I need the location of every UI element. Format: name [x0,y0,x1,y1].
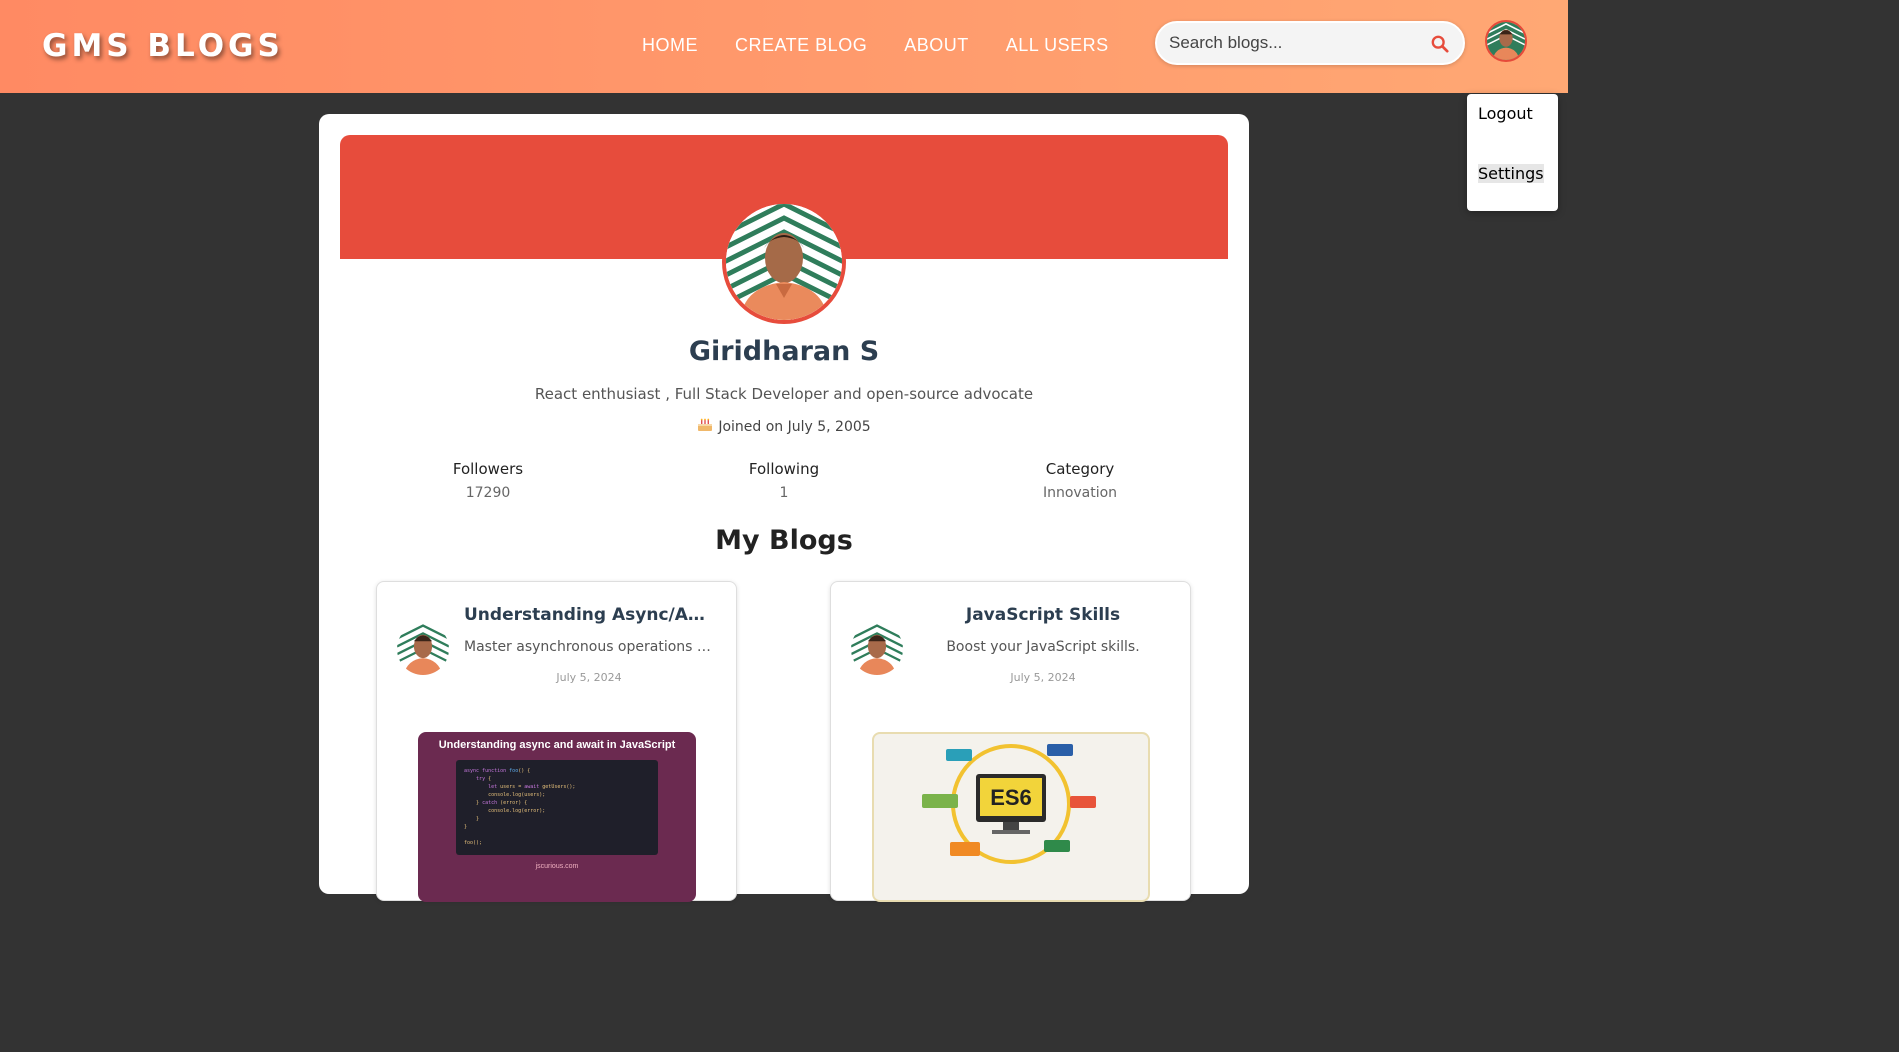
blog-description: Master asynchronous operations with asyn… [464,639,714,655]
code-snippet-image: async function foo() { try { let users =… [456,760,658,855]
joined-text: Joined on July 5, 2005 [718,419,871,435]
nav-all-users[interactable]: ALL USERS [1006,35,1109,56]
blog-description: Boost your JavaScript skills. [946,639,1140,655]
search-icon[interactable] [1431,35,1449,53]
category-stat: Category Innovation [980,460,1180,501]
blog-card[interactable]: JavaScript Skills Boost your JavaScript … [830,581,1191,902]
es6-infographic: ES6 [922,744,1096,864]
joined-date: Joined on July 5, 2005 [319,418,1249,435]
avatar [851,623,903,675]
user-avatar-button[interactable] [1485,20,1527,62]
profile-card: Giridharan S React enthusiast , Full Sta… [319,114,1249,902]
es6-label: ES6 [990,785,1032,810]
top-navbar: GMS BLOGS HOME CREATE BLOG ABOUT ALL USE… [0,0,1568,93]
following-stat[interactable]: Following 1 [684,460,884,501]
main-nav: HOME CREATE BLOG ABOUT ALL USERS [642,35,1146,56]
following-label: Following [748,460,820,478]
blog-thumbnail[interactable]: ES6 [872,732,1150,902]
nav-create-blog[interactable]: CREATE BLOG [735,35,867,56]
blog-thumbnail[interactable]: Understanding async and await in JavaScr… [418,732,696,902]
avatar [726,204,842,320]
following-count: 1 [779,485,789,501]
my-blogs-heading: My Blogs [715,525,853,556]
category-value: Innovation [1042,485,1118,501]
logout-menu-item[interactable]: Logout [1478,104,1533,123]
search-input[interactable] [1169,31,1419,55]
nav-about[interactable]: ABOUT [904,35,969,56]
followers-count: 17290 [465,485,511,501]
profile-name: Giridharan S [688,336,880,367]
followers-stat[interactable]: Followers 17290 [388,460,588,501]
followers-label: Followers [452,460,524,478]
avatar [1487,22,1525,60]
blog-date: July 5, 2024 [1010,671,1076,684]
author-avatar [397,623,449,675]
thumbnail-title: Understanding async and await in JavaScr… [438,739,676,751]
thumbnail-site: jscurious.com [535,863,579,870]
profile-avatar [722,200,846,324]
author-avatar [851,623,903,675]
blog-card[interactable]: Understanding Async/Await Master asynchr… [376,581,737,902]
avatar [397,623,449,675]
nav-home[interactable]: HOME [642,35,698,56]
site-logo[interactable]: GMS BLOGS [42,28,284,64]
category-label: Category [1045,460,1115,478]
cake-icon [698,418,713,431]
blog-date: July 5, 2024 [556,671,622,684]
blog-title[interactable]: JavaScript Skills [918,605,1168,625]
search-bar [1155,21,1465,65]
blog-title[interactable]: Understanding Async/Await [464,605,714,625]
settings-menu-item[interactable]: Settings [1478,164,1544,183]
profile-bio: React enthusiast , Full Stack Developer … [534,385,1034,403]
